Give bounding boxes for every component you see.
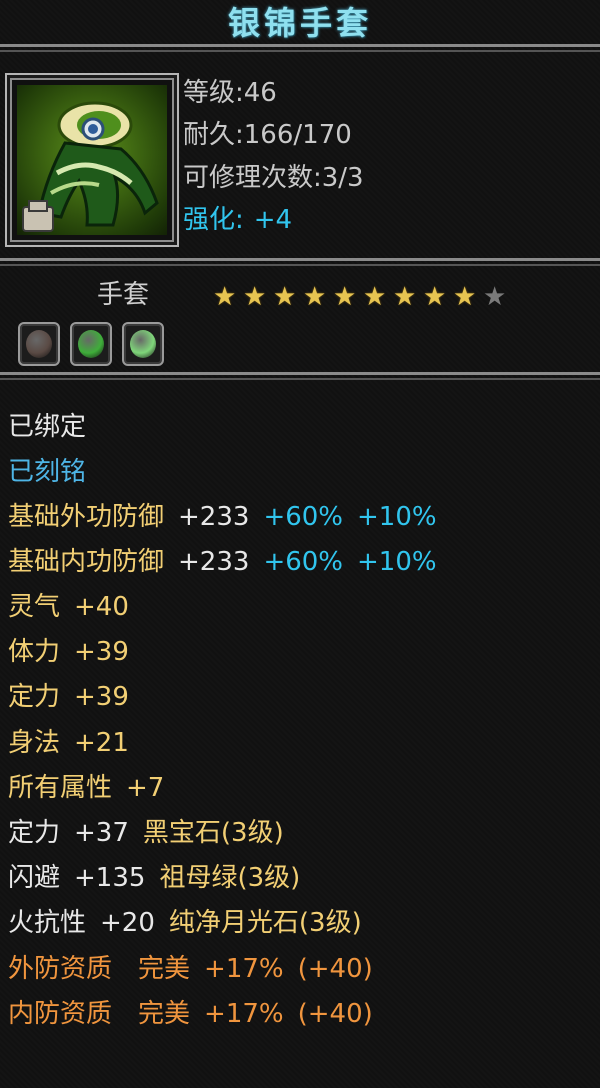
quality-row: 内防资质 完美 +17% (+40) — [8, 999, 373, 1029]
quality-grade: 完美 — [138, 999, 191, 1029]
defense-pct2: +10% — [357, 547, 437, 577]
attr-label: 定力 — [8, 682, 61, 712]
divider — [0, 258, 600, 268]
defense-pct1: +60% — [263, 547, 344, 577]
gem-name: 黑宝石(3级) — [142, 818, 284, 848]
quality-pct: +17% — [204, 999, 284, 1029]
quality-bonus: (+40) — [297, 954, 373, 984]
item-type: 手套 — [97, 280, 150, 310]
gem-name: 纯净月光石(3级) — [168, 908, 362, 938]
item-enhance: 强化: +4 — [183, 205, 292, 235]
gem-bonus-row: 闪避 +135 祖母绿(3级) — [8, 863, 300, 893]
attr-row: 灵气 +40 — [8, 592, 129, 622]
attr-value: +7 — [126, 773, 165, 803]
defense-value: +233 — [178, 547, 250, 577]
item-level: 等级:46 — [183, 78, 277, 108]
attr-label: 身法 — [8, 728, 61, 758]
item-repairs: 可修理次数:3/3 — [183, 163, 364, 193]
quality-label: 外防资质 — [8, 954, 113, 984]
attr-label: 所有属性 — [8, 773, 113, 803]
gem-core — [26, 330, 52, 358]
attr-value: +39 — [74, 682, 129, 712]
attr-row: 所有属性 +7 — [8, 773, 164, 803]
quality-row: 外防资质 完美 +17% (+40) — [8, 954, 373, 984]
quality-pct: +17% — [204, 954, 284, 984]
attr-label: 体力 — [8, 637, 61, 667]
star-filled-icon: ★ — [213, 282, 237, 312]
gem-bonus-row: 火抗性 +20 纯净月光石(3级) — [8, 908, 362, 938]
attr-row: 定力 +39 — [8, 682, 129, 712]
moonstone-icon[interactable] — [122, 322, 164, 366]
star-empty-icon: ★ — [483, 282, 507, 312]
quality-label: 内防资质 — [8, 999, 113, 1029]
engraved-status: 已刻铭 — [8, 457, 87, 487]
star-filled-icon: ★ — [333, 282, 357, 312]
star-filled-icon: ★ — [273, 282, 297, 312]
defense-pct1: +60% — [263, 502, 344, 532]
defense-label: 基础内功防御 — [8, 547, 165, 577]
star-filled-icon: ★ — [393, 282, 417, 312]
gem-bonus-value: +37 — [74, 818, 129, 848]
gem-bonus-label: 火抗性 — [8, 908, 87, 938]
star-filled-icon: ★ — [423, 282, 447, 312]
item-durability: 耐久:166/170 — [183, 120, 352, 150]
gauntlet-icon — [17, 85, 167, 235]
gem-bonus-value: +20 — [100, 908, 155, 938]
quality-grade: 完美 — [138, 954, 191, 984]
defense-row-inner: 基础内功防御 +233 +60% +10% — [8, 547, 437, 577]
item-name: 银锦手套 — [227, 4, 372, 42]
enhance-value: +4 — [253, 205, 293, 235]
gem-core — [78, 330, 104, 358]
attr-value: +39 — [74, 637, 129, 667]
attr-value: +21 — [74, 728, 129, 758]
quality-bonus: (+40) — [297, 999, 373, 1029]
attr-row: 体力 +39 — [8, 637, 129, 667]
gem-bonus-value: +135 — [74, 863, 146, 893]
gem-core — [130, 330, 156, 358]
star-filled-icon: ★ — [303, 282, 327, 312]
defense-pct2: +10% — [357, 502, 437, 532]
gem-bonus-row: 定力 +37 黑宝石(3级) — [8, 818, 284, 848]
star-filled-icon: ★ — [453, 282, 477, 312]
star-filled-icon: ★ — [363, 282, 387, 312]
bound-status: 已绑定 — [8, 412, 87, 442]
divider — [0, 372, 600, 382]
attr-row: 身法 +21 — [8, 728, 129, 758]
gem-name: 祖母绿(3级) — [159, 863, 301, 893]
black-gem-icon[interactable] — [18, 322, 60, 366]
divider — [0, 44, 600, 54]
defense-row-outer: 基础外功防御 +233 +60% +10% — [8, 502, 437, 532]
attr-value: +40 — [74, 592, 129, 622]
item-tooltip: 银锦手套 等级:46 耐久:166/170 可修理次数:3/3 强化: +4 手套… — [0, 0, 600, 1088]
gem-bonus-label: 闪避 — [8, 863, 61, 893]
attr-label: 灵气 — [8, 592, 61, 622]
defense-label: 基础外功防御 — [8, 502, 165, 532]
item-icon-frame — [5, 73, 179, 247]
star-filled-icon: ★ — [243, 282, 267, 312]
green-gem-icon[interactable] — [70, 322, 112, 366]
defense-value: +233 — [178, 502, 250, 532]
enhance-label: 强化: — [183, 205, 244, 235]
gem-bonus-label: 定力 — [8, 818, 61, 848]
